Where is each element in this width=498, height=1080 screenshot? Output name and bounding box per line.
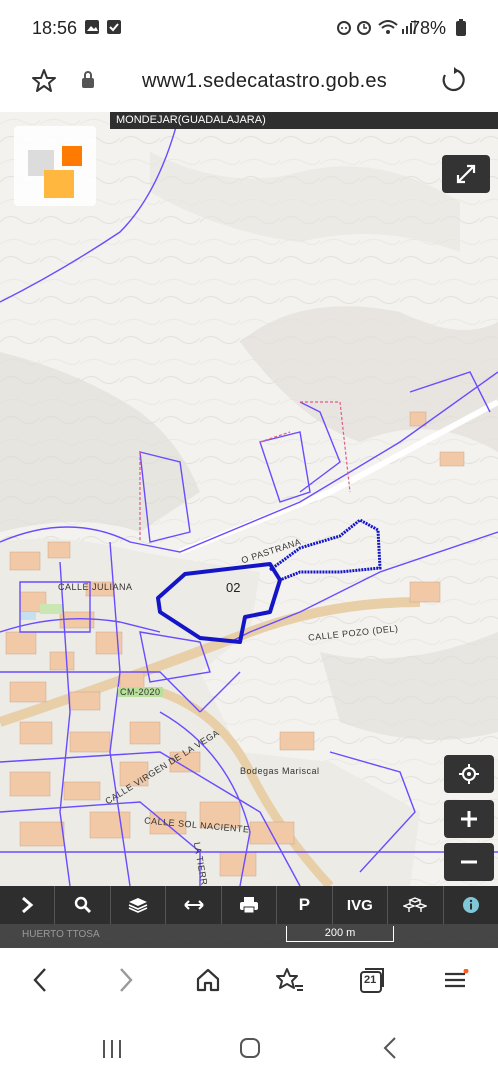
recent-apps-icon[interactable]	[100, 1038, 124, 1065]
system-home-icon[interactable]	[238, 1036, 262, 1065]
system-nav-bar	[0, 1014, 498, 1080]
map-toolbar: P IVG	[0, 886, 498, 924]
layers-icon	[128, 898, 148, 913]
alarm-icon	[356, 19, 372, 35]
plus-icon	[461, 811, 477, 827]
scale-bar: 200 m	[286, 926, 394, 942]
place-label-bodegas: Bodegas Mariscal	[240, 766, 320, 776]
coordinate-readout: HUERTO TTOSA	[22, 929, 100, 940]
print-icon	[239, 897, 258, 914]
scale-bar-strip: HUERTO TTOSA 200 m	[0, 924, 498, 948]
chevron-right-icon	[22, 896, 34, 914]
locate-button[interactable]	[444, 755, 494, 793]
measure-icon	[183, 900, 204, 910]
url-text[interactable]: www1.sedecatastro.gob.es	[142, 70, 387, 93]
back-button[interactable]	[20, 962, 60, 998]
info-icon	[462, 897, 479, 913]
road-label-cm2020: CM-2020	[118, 687, 163, 697]
status-time: 18:56	[32, 18, 78, 38]
zoom-in-button[interactable]	[444, 800, 494, 838]
bookmarks-button[interactable]	[270, 962, 310, 998]
ivg-label: IVG	[346, 896, 373, 914]
reload-icon[interactable]	[440, 66, 468, 99]
star-list-icon	[276, 968, 303, 991]
hamburger-menu-icon	[445, 969, 469, 988]
catastro-logo	[14, 126, 96, 206]
toolbar-info-button[interactable]	[444, 886, 498, 924]
toolbar-print-button[interactable]	[222, 886, 278, 924]
map-base-layer	[0, 112, 498, 948]
toolbar-layers-button[interactable]	[111, 886, 167, 924]
cubes-icon	[403, 897, 428, 912]
tabs-button[interactable]: 21	[352, 962, 392, 998]
toolbar-search-button[interactable]	[55, 886, 111, 924]
browser-bottom-nav: 21	[0, 948, 498, 1014]
parcel-label: 02	[226, 580, 241, 595]
fullscreen-button[interactable]	[442, 155, 490, 193]
forward-button[interactable]	[106, 962, 146, 998]
lock-icon	[80, 70, 96, 95]
search-icon	[74, 896, 91, 914]
minus-icon	[461, 860, 477, 864]
menu-button[interactable]	[436, 962, 476, 998]
parking-label: P	[298, 895, 311, 914]
toolbar-expand-button[interactable]	[0, 886, 56, 924]
home-icon	[196, 968, 220, 992]
zoom-out-button[interactable]	[444, 843, 494, 881]
sim-icon	[336, 19, 352, 35]
toolbar-parking-button[interactable]: P	[277, 886, 333, 924]
municipality-label: MONDEJAR(GUADALAJARA)	[110, 112, 498, 129]
street-label-juliana: CALLE JULIANA	[58, 582, 133, 592]
tabs-count: 21	[364, 974, 377, 986]
wifi-icon	[378, 19, 398, 35]
toolbar-3d-button[interactable]	[388, 886, 444, 924]
status-bar: 18:56 78%	[0, 0, 498, 58]
toolbar-measure-button[interactable]	[166, 886, 222, 924]
expand-icon	[456, 164, 476, 184]
toolbar-ivg-button[interactable]: IVG	[333, 886, 389, 924]
battery-level: 78%	[409, 18, 446, 38]
cadastral-map[interactable]: MONDEJAR(GUADALAJARA) 02 O PASTRANA CALL…	[0, 112, 498, 948]
crosshair-icon	[459, 764, 479, 784]
gallery-icon	[84, 19, 100, 35]
system-back-icon[interactable]	[382, 1036, 398, 1065]
home-button[interactable]	[188, 962, 228, 998]
bookmark-star-icon[interactable]	[30, 67, 58, 100]
battery-icon	[456, 19, 466, 36]
arrow-forward-icon	[120, 968, 133, 992]
browser-url-bar: www1.sedecatastro.gob.es	[0, 58, 498, 112]
check-icon	[106, 19, 122, 35]
arrow-back-icon	[33, 968, 46, 992]
